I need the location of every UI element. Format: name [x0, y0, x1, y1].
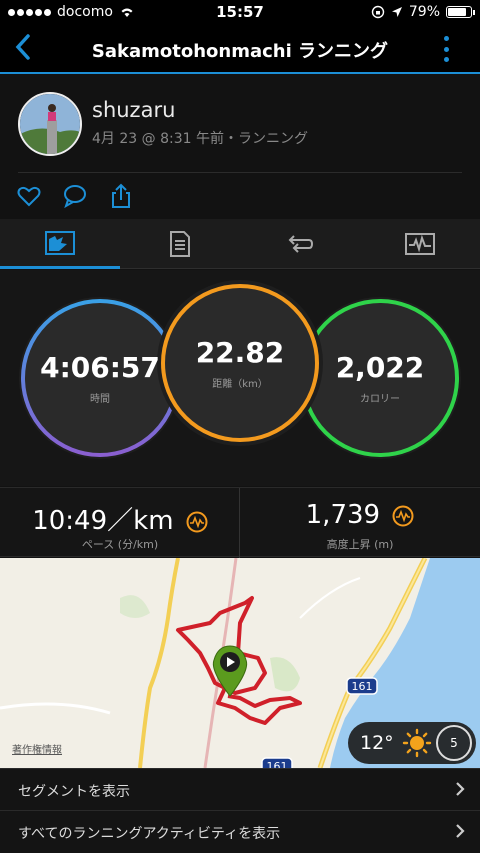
calories-value: 2,022 [335, 351, 425, 384]
laps-icon [288, 235, 314, 253]
like-icon[interactable] [16, 183, 42, 209]
chevron-right-icon [456, 824, 465, 838]
comment-icon[interactable] [62, 183, 88, 209]
tab-bar [0, 219, 480, 269]
sun-icon [402, 728, 431, 758]
stats-row: 10:49／km ペース (分/km) 1,739 高度上昇 (m) [0, 487, 480, 558]
time-label: 時間 [90, 394, 110, 405]
route-map[interactable]: 161 161 著作権情報 12° 5 [0, 558, 480, 768]
elevation-stat: 1,739 高度上昇 (m) [240, 488, 480, 558]
distance-value: 22.82 [195, 336, 285, 369]
activity-header: shuzaru 4月 23 @ 8:31 午前・ランニング [0, 76, 480, 172]
battery-percent: 79% [408, 4, 440, 20]
nav-bar: Sakamotohonmachi ランニング [0, 24, 480, 74]
tab-laps[interactable] [240, 219, 360, 269]
overview-chart-icon [45, 230, 75, 255]
action-bar [0, 173, 480, 217]
pace-stat: 10:49／km ペース (分/km) [0, 488, 240, 558]
summary-rings: 4:06:57 時間 2,022 カロリー 22.82 距離（km） [0, 270, 480, 486]
more-menu-button[interactable] [444, 36, 450, 62]
tab-charts[interactable] [360, 219, 480, 269]
rotation-lock-icon [371, 5, 385, 19]
svg-text:161: 161 [352, 680, 373, 693]
route-shield-lower: 161 [261, 757, 293, 768]
view-all-running-row[interactable]: すべてのランニングアクティビティを表示 [0, 810, 480, 853]
chevron-right-icon [456, 782, 465, 796]
time-value: 4:06:57 [40, 351, 160, 384]
activity-subtitle: 4月 23 @ 8:31 午前・ランニング [92, 131, 308, 147]
distance-stat: 22.82 距離（km） [163, 286, 317, 440]
time-stat: 4:06:57 時間 [23, 301, 177, 455]
share-icon[interactable] [108, 183, 134, 209]
calories-stat: 2,022 カロリー [303, 301, 457, 455]
status-bar: docomo 15:57 79% [0, 0, 480, 24]
svg-text:161: 161 [267, 760, 288, 768]
pace-chart-icon[interactable] [186, 511, 208, 533]
route-shield: 161 [346, 677, 378, 695]
pace-value-line: 10:49／km [0, 500, 240, 537]
distance-label: 距離（km） [212, 379, 268, 390]
avatar[interactable] [18, 92, 82, 156]
view-all-running-label: すべてのランニングアクティビティを表示 [18, 826, 281, 842]
battery-icon [446, 6, 475, 18]
weather-badge[interactable]: 12° 5 [348, 722, 476, 764]
elevation-label: 高度上昇 (m) [326, 538, 394, 551]
pace-label: ペース (分/km) [81, 538, 159, 551]
location-icon [391, 7, 402, 17]
map-attribution-link[interactable]: 著作権情報 [12, 741, 62, 756]
username[interactable]: shuzaru [92, 98, 175, 122]
calories-label: カロリー [360, 394, 400, 405]
tab-overview[interactable] [0, 219, 120, 269]
wind-indicator: 5 [436, 725, 472, 761]
temperature: 12° [360, 732, 394, 754]
back-button[interactable] [10, 32, 36, 62]
document-icon [170, 231, 190, 257]
page-title: Sakamotohonmachi ランニング [91, 41, 389, 62]
view-segments-label: セグメントを表示 [18, 784, 130, 800]
tab-details[interactable] [120, 219, 240, 269]
elevation-chart-icon[interactable] [392, 505, 414, 527]
status-right: 79% [371, 4, 475, 20]
elevation-value-line: 1,739 [240, 500, 480, 530]
view-segments-row[interactable]: セグメントを表示 [0, 768, 480, 810]
pace-value: 10:49／km [32, 506, 174, 536]
elevation-value: 1,739 [305, 500, 381, 530]
heart-rate-chart-icon [405, 233, 435, 255]
